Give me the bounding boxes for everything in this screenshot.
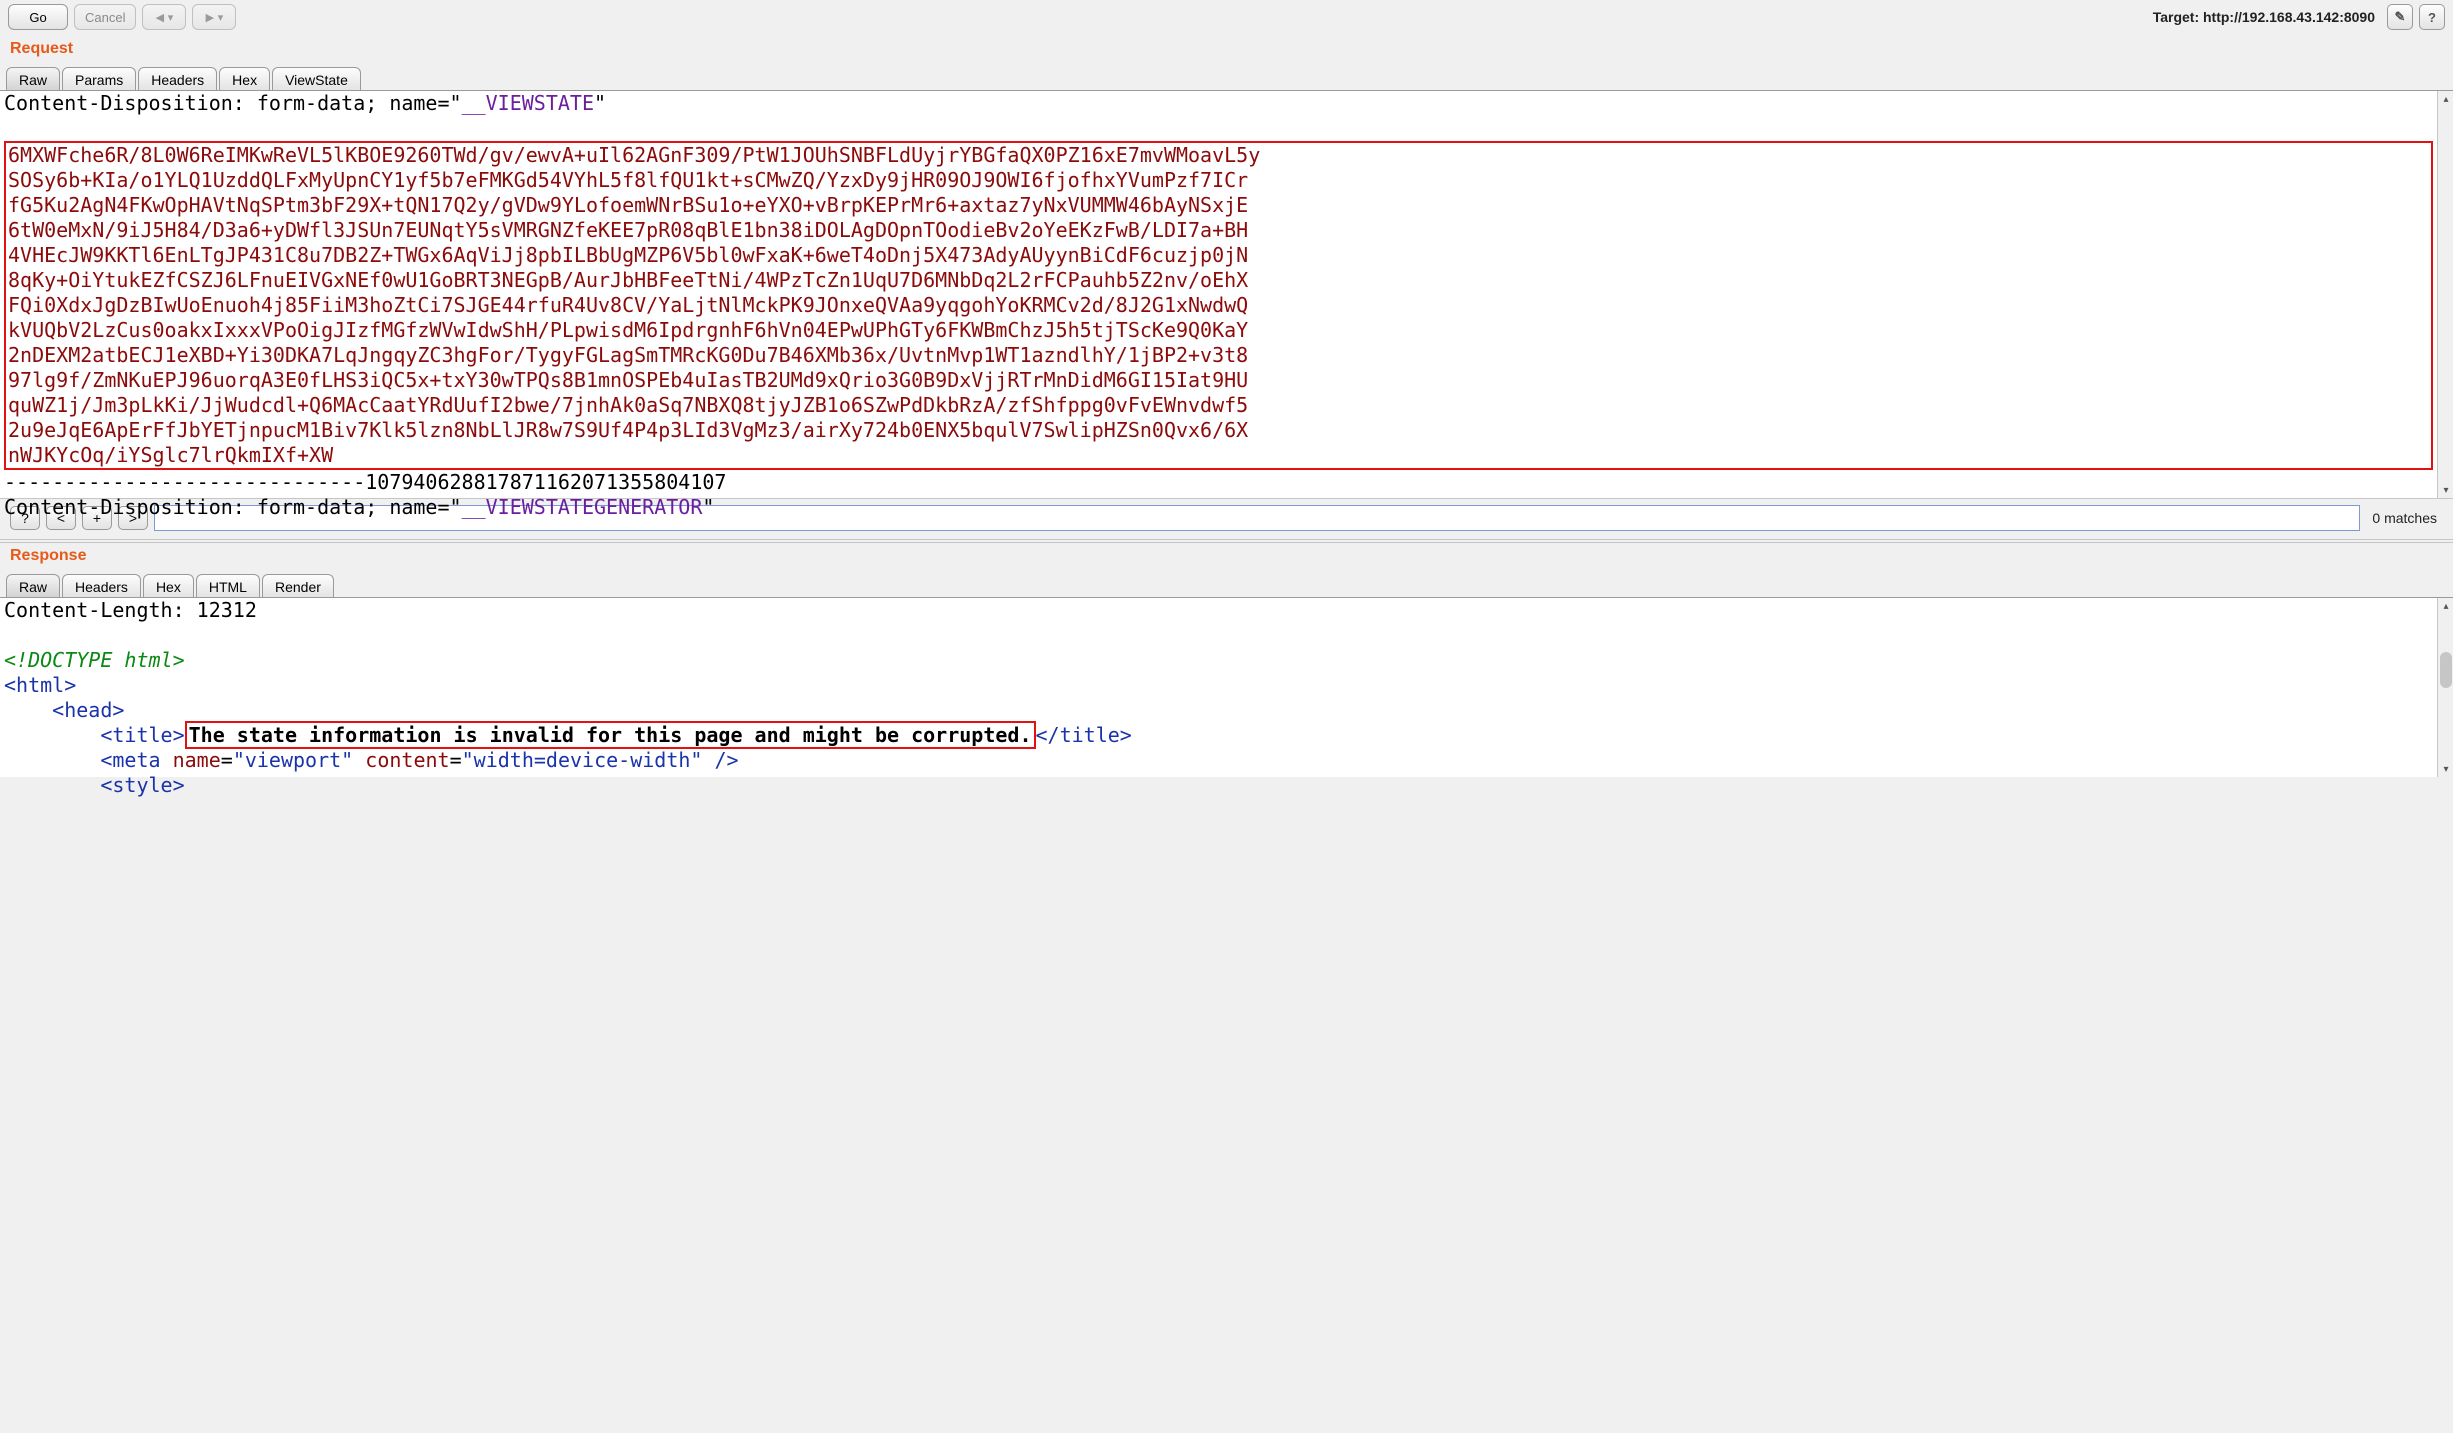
help-icon: ? <box>2428 10 2436 25</box>
response-tabbar: Raw Headers Hex HTML Render <box>0 571 2453 597</box>
next-button[interactable]: ▶ ▾ <box>192 4 236 30</box>
tab-viewstate[interactable]: ViewState <box>272 67 361 91</box>
cancel-button[interactable]: Cancel <box>74 4 136 30</box>
edit-target-button[interactable]: ✎ <box>2387 4 2413 30</box>
request-scrollbar[interactable]: ▴ ▾ <box>2437 91 2453 498</box>
help-button[interactable]: ? <box>2419 4 2445 30</box>
tab-headers[interactable]: Headers <box>138 67 217 91</box>
prev-button[interactable]: ◀ ▾ <box>142 4 186 30</box>
response-raw-pane[interactable]: Content-Length: 12312 <!DOCTYPE html> <h… <box>0 597 2453 777</box>
scroll-up-icon[interactable]: ▴ <box>2438 91 2453 107</box>
scroll-thumb[interactable] <box>2440 652 2452 688</box>
tab-render-response[interactable]: Render <box>262 574 334 598</box>
tab-hex-response[interactable]: Hex <box>143 574 194 598</box>
tab-headers-response[interactable]: Headers <box>62 574 141 598</box>
scroll-down-icon[interactable]: ▾ <box>2438 761 2453 777</box>
scroll-down-icon[interactable]: ▾ <box>2438 482 2453 498</box>
request-raw-pane[interactable]: Content-Disposition: form-data; name="__… <box>0 90 2453 498</box>
tab-raw-response[interactable]: Raw <box>6 574 60 598</box>
caret-down-icon: ▾ <box>218 11 224 24</box>
tab-params[interactable]: Params <box>62 67 136 91</box>
tab-hex[interactable]: Hex <box>219 67 270 91</box>
tab-raw[interactable]: Raw <box>6 67 60 91</box>
caret-down-icon: ▾ <box>168 11 174 24</box>
tab-html-response[interactable]: HTML <box>196 574 260 598</box>
scroll-up-icon[interactable]: ▴ <box>2438 598 2453 614</box>
response-section-label: Response <box>0 543 2453 571</box>
request-section-label: Request <box>0 36 2453 64</box>
chevron-right-icon: ▶ <box>206 11 214 24</box>
chevron-left-icon: ◀ <box>156 11 164 24</box>
target-label: Target: http://192.168.43.142:8090 <box>2153 9 2381 25</box>
top-toolbar: Go Cancel ◀ ▾ ▶ ▾ Target: http://192.168… <box>0 0 2453 36</box>
response-scrollbar[interactable]: ▴ ▾ <box>2437 598 2453 777</box>
pencil-icon: ✎ <box>2395 9 2406 25</box>
go-button[interactable]: Go <box>8 4 68 30</box>
request-tabbar: Raw Params Headers Hex ViewState <box>0 64 2453 90</box>
